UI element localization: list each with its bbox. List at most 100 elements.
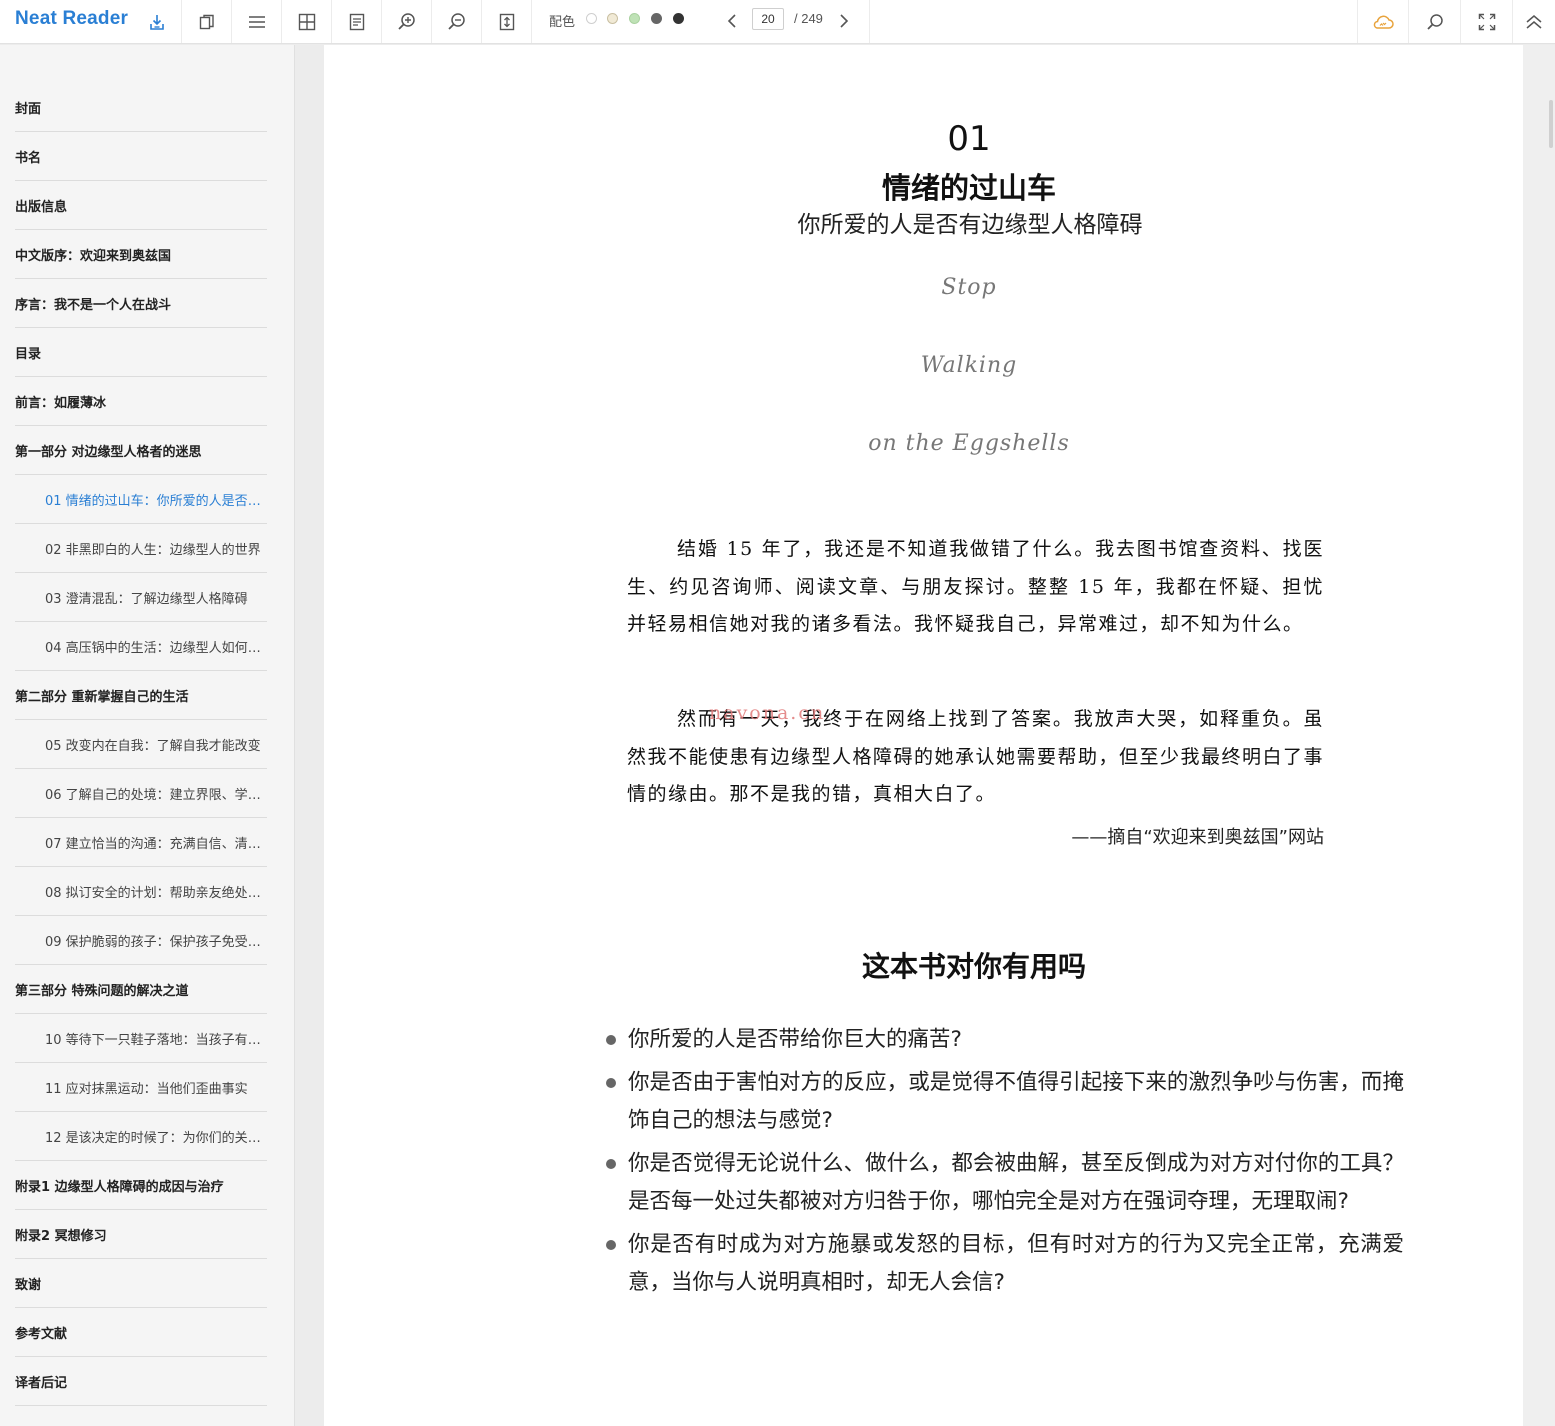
list-item-text: 你所爱的人是否带给你巨大的痛苦? [628, 1027, 962, 1052]
color-scheme-label: 配色 [549, 15, 576, 30]
toc-item-label: 中文版序：欢迎来到奥兹国 [15, 248, 172, 264]
toc-item[interactable]: 09 保护脆弱的孩子：保护孩子免受伤害 [15, 916, 267, 965]
toc-item-label: 第一部分 对边缘型人格者的迷思 [15, 444, 202, 460]
toc-menu-button[interactable] [232, 0, 282, 43]
color-swatch-sepia[interactable] [607, 13, 618, 24]
toc-item-label: 03 澄清混乱：了解边缘型人格障碍 [45, 591, 248, 607]
toc-item[interactable]: 出版信息 [15, 181, 267, 230]
toc-item-label: 第三部分 特殊问题的解决之道 [15, 983, 189, 999]
toc-item[interactable]: 附录1 边缘型人格障碍的成因与治疗 [15, 1161, 267, 1210]
toc-item[interactable]: 11 应对抹黑运动：当他们歪曲事实 [15, 1063, 267, 1112]
toc-item[interactable]: 第一部分 对边缘型人格者的迷思 [15, 426, 267, 475]
toc-item-label: 12 是该决定的时候了：为你们的关系做决定 [45, 1130, 261, 1146]
toc-item-label: 01 情绪的过山车：你所爱的人是否有边缘型人格障碍 [45, 493, 261, 509]
toc-item[interactable]: 第三部分 特殊问题的解决之道 [15, 965, 267, 1014]
notes-icon [349, 13, 364, 30]
section-title: 这本书对你有用吗 [861, 950, 1086, 983]
toc-item-label: 出版信息 [15, 199, 68, 215]
toc-item[interactable]: 05 改变内在自我：了解自我才能改变 [15, 720, 267, 769]
fit-height-icon [499, 13, 514, 30]
toc-item[interactable]: 10 等待下一只鞋子落地：当孩子有边缘型人格障碍 [15, 1014, 267, 1063]
download-button[interactable] [132, 0, 182, 43]
toc-item-label: 前言：如履薄冰 [15, 395, 107, 411]
toc-item[interactable]: 目录 [15, 328, 267, 377]
toc-item[interactable]: 前言：如履薄冰 [15, 377, 267, 426]
toc-item[interactable]: 参考文献 [15, 1308, 267, 1357]
fullscreen-icon [1478, 13, 1495, 30]
chapter-title: 情绪的过山车 [881, 171, 1056, 205]
toc-item[interactable]: 06 了解自己的处境：建立界限、学会倾听 [15, 769, 267, 818]
toc-item-label: 07 建立恰当的沟通：充满自信、清晰地沟通 [45, 836, 261, 852]
color-swatch-white[interactable] [586, 13, 597, 24]
list-item: 你是否觉得无论说什么、做什么，都会被曲解，甚至反倒成为对方对付你的工具？是否每一… [604, 1145, 1404, 1221]
zoom-out-icon [447, 12, 465, 30]
color-swatch-gray[interactable] [651, 13, 662, 24]
fullscreen-button[interactable] [1461, 0, 1513, 43]
color-swatch-green[interactable] [629, 13, 640, 24]
scrollbar-track[interactable] [1523, 45, 1555, 1426]
fit-height-button[interactable] [482, 0, 532, 43]
list-item: 你是否有时成为对方施暴或发怒的目标，但有时对方的行为又完全正常，充满爱意，当你与… [604, 1226, 1404, 1302]
search-button[interactable] [1409, 0, 1461, 43]
copy-icon [199, 14, 214, 29]
toc-item[interactable]: 附录2 冥想修习 [15, 1210, 267, 1259]
toc-item[interactable]: 04 高压锅中的生活：边缘型人如何影响你 [15, 622, 267, 671]
toc-item[interactable]: 封面 [15, 83, 267, 132]
zoom-in-icon [397, 12, 415, 30]
toc-item-label: 序言：我不是一个人在战斗 [15, 297, 172, 313]
cloud-sync-button[interactable] [1357, 0, 1409, 43]
chevron-left-icon [727, 14, 736, 28]
toc-item[interactable]: 01 情绪的过山车：你所爱的人是否有边缘型人格障碍 [15, 475, 267, 524]
script-line-1: Stop [941, 275, 997, 300]
page-total: / 249 [794, 11, 823, 26]
scrollbar-thumb[interactable] [1549, 100, 1553, 148]
toc-item[interactable]: 致谢 [15, 1259, 267, 1308]
color-swatch-dark[interactable] [673, 13, 684, 24]
page-number-input[interactable] [752, 8, 784, 30]
toc-item-label: 书名 [15, 150, 42, 166]
toc-item-label: 05 改变内在自我：了解自我才能改变 [45, 738, 261, 754]
toc-item-label: 附录1 边缘型人格障碍的成因与治疗 [15, 1179, 224, 1195]
zoom-in-button[interactable] [382, 0, 432, 43]
toc-sidebar: 封面书名出版信息中文版序：欢迎来到奥兹国 序言：我不是一个人在战斗目录前言：如履薄… [0, 45, 295, 1426]
chevron-right-icon [840, 14, 849, 28]
list-item-text: 你是否由于害怕对方的反应，或是觉得不值得引起接下来的激烈争吵与伤害，而掩饰自己的… [628, 1070, 1404, 1133]
toc-item-label: 10 等待下一只鞋子落地：当孩子有边缘型人格障碍 [45, 1032, 261, 1048]
toc-item[interactable]: 02 非黑即白的人生：边缘型人的世界 [15, 524, 267, 573]
copy-button[interactable] [182, 0, 232, 43]
toc-item[interactable]: 译者后记 [15, 1357, 267, 1406]
question-list: 你所爱的人是否带给你巨大的痛苦? 你是否由于害怕对方的反应，或是觉得不值得引起接… [604, 1021, 1404, 1307]
watermark: navona.cn [709, 702, 826, 724]
toc-item[interactable]: 序言：我不是一个人在战斗 [15, 279, 267, 328]
toc-item[interactable]: 12 是该决定的时候了：为你们的关系做决定 [15, 1112, 267, 1161]
search-icon [1426, 13, 1443, 30]
cloud-sync-icon [1373, 15, 1394, 29]
toc-item[interactable]: 书名 [15, 132, 267, 181]
toc-item[interactable]: 中文版序：欢迎来到奥兹国 [15, 230, 267, 279]
toc-item[interactable]: 08 拟订安全的计划：帮助亲友绝处逢生 [15, 867, 267, 916]
chapter-number: 01 [947, 119, 991, 159]
toc-item[interactable]: 07 建立恰当的沟通：充满自信、清晰地沟通 [15, 818, 267, 867]
script-line-2: Walking [920, 353, 1018, 378]
next-page-button[interactable] [834, 11, 854, 31]
toolbar: Neat Reader 配色 20 / 249 [0, 0, 1555, 44]
collapse-toolbar-button[interactable] [1513, 0, 1555, 43]
page-navigation: / 249 [720, 0, 870, 43]
prev-page-button[interactable] [722, 11, 742, 31]
toc-item-label: 08 拟订安全的计划：帮助亲友绝处逢生 [45, 885, 261, 901]
bullet-icon [606, 1240, 616, 1250]
notes-button[interactable] [332, 0, 382, 43]
toc-item-label: 附录2 冥想修习 [15, 1228, 107, 1244]
layout-button[interactable] [282, 0, 332, 43]
grid-icon [298, 13, 315, 30]
quote-source: ——摘自“欢迎来到奥兹国”网站 [1071, 827, 1324, 848]
toc-item-label: 译者后记 [15, 1375, 68, 1391]
toc-item[interactable]: 03 澄清混乱：了解边缘型人格障碍 [15, 573, 267, 622]
toc-item[interactable]: 第二部分 重新掌握自己的生活 [15, 671, 267, 720]
list-item-text: 你是否觉得无论说什么、做什么，都会被曲解，甚至反倒成为对方对付你的工具？是否每一… [628, 1151, 1404, 1214]
toc-list: 封面书名出版信息中文版序：欢迎来到奥兹国 序言：我不是一个人在战斗目录前言：如履薄… [15, 83, 267, 1406]
bullet-icon [606, 1035, 616, 1045]
zoom-out-button[interactable] [432, 0, 482, 43]
script-line-3: on the Eggshells [868, 431, 1070, 456]
bullet-icon [606, 1159, 616, 1169]
